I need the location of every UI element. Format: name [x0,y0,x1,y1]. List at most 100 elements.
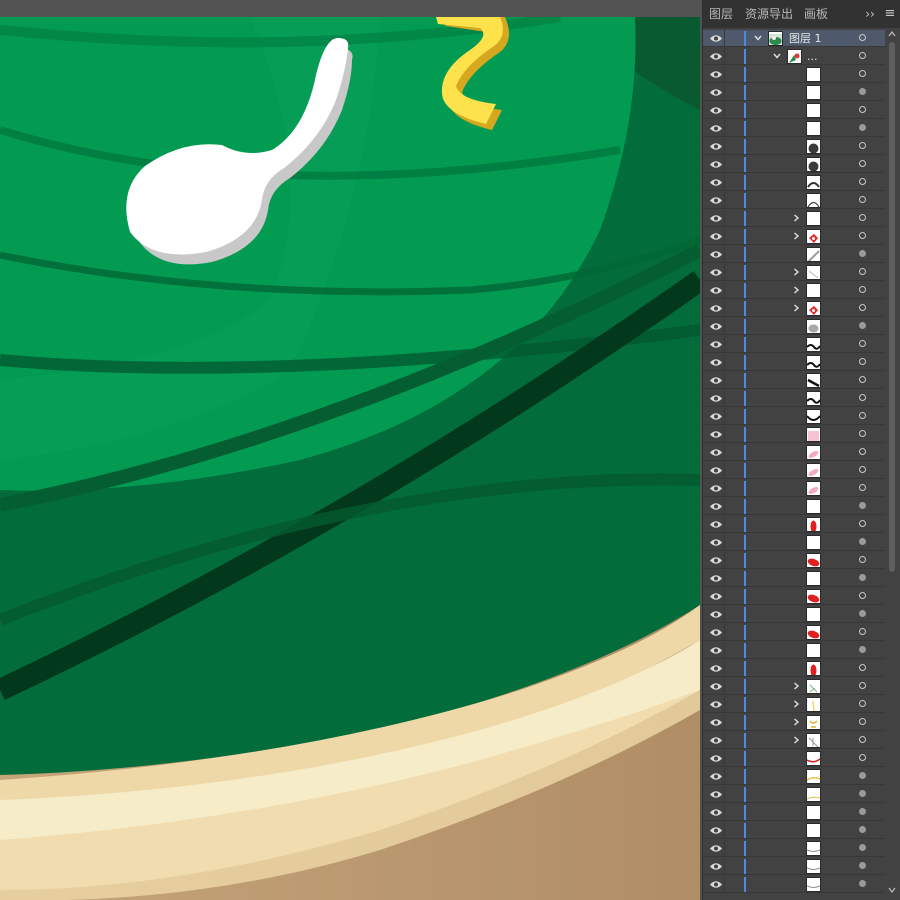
sublayer-row[interactable] [703,444,885,461]
target-circle-icon[interactable] [859,736,866,743]
panel-menu-button[interactable]: ≡ [883,0,897,28]
sublayer-row[interactable] [703,462,885,479]
lock-cell[interactable] [724,444,725,461]
target-circle-icon[interactable] [859,160,866,167]
sublayer-row[interactable] [703,858,885,875]
sublayer-row[interactable] [703,750,885,767]
sublayer-row[interactable] [703,174,885,191]
visibility-eye-icon[interactable] [710,106,722,115]
lock-cell[interactable] [724,804,725,821]
visibility-eye-icon[interactable] [710,592,722,601]
sublayer-row[interactable] [703,822,885,839]
lock-cell[interactable] [724,786,725,803]
sublayer-row[interactable] [703,426,885,443]
sublayer-row[interactable] [703,516,885,533]
sublayer-row[interactable] [703,372,885,389]
visibility-eye-icon[interactable] [710,142,722,151]
target-circle-icon[interactable] [859,142,866,149]
visibility-eye-icon[interactable] [710,466,722,475]
visibility-eye-icon[interactable] [710,412,722,421]
visibility-eye-icon[interactable] [710,790,722,799]
target-circle-icon[interactable] [859,718,866,725]
visibility-eye-icon[interactable] [710,628,722,637]
lock-cell[interactable] [724,642,725,659]
visibility-eye-icon[interactable] [710,538,722,547]
sublayer-row[interactable] [703,840,885,857]
tab-asset-export[interactable]: 资源导出 [741,0,797,28]
target-circle-icon[interactable] [859,340,866,347]
sublayer-row[interactable] [703,480,885,497]
target-circle-icon[interactable] [859,790,866,797]
target-circle-icon[interactable] [859,664,866,671]
chevron-right-icon[interactable] [792,682,800,690]
scroll-up-arrow-icon[interactable] [888,30,896,38]
sublayer-row[interactable] [703,606,885,623]
target-circle-icon[interactable] [859,430,866,437]
sublayer-row[interactable] [703,156,885,173]
target-circle-icon[interactable] [859,592,866,599]
lock-cell[interactable] [724,228,725,245]
target-circle-icon[interactable] [859,502,866,509]
lock-cell[interactable] [724,390,725,407]
target-circle-icon[interactable] [859,124,866,131]
lock-cell[interactable] [724,570,725,587]
chevron-right-icon[interactable] [792,304,800,312]
target-circle-icon[interactable] [859,376,866,383]
sublayer-row[interactable] [703,804,885,821]
visibility-eye-icon[interactable] [710,34,722,43]
target-circle-icon[interactable] [859,34,866,41]
visibility-eye-icon[interactable] [710,718,722,727]
sublayer-row[interactable] [703,534,885,551]
sublayer-row[interactable] [703,228,885,245]
target-circle-icon[interactable] [859,232,866,239]
target-circle-icon[interactable] [859,772,866,779]
sublayer-row[interactable] [703,318,885,335]
chevron-right-icon[interactable] [792,736,800,744]
target-circle-icon[interactable] [859,646,866,653]
visibility-eye-icon[interactable] [710,394,722,403]
lock-cell[interactable] [724,102,725,119]
target-circle-icon[interactable] [859,574,866,581]
lock-cell[interactable] [724,336,725,353]
target-circle-icon[interactable] [859,304,866,311]
visibility-eye-icon[interactable] [710,448,722,457]
lock-cell[interactable] [724,84,725,101]
lock-cell[interactable] [724,678,725,695]
lock-cell[interactable] [724,480,725,497]
target-circle-icon[interactable] [859,412,866,419]
visibility-eye-icon[interactable] [710,700,722,709]
sublayer-row[interactable] [703,264,885,281]
sublayer-row[interactable] [703,84,885,101]
visibility-eye-icon[interactable] [710,304,722,313]
lock-cell[interactable] [724,516,725,533]
visibility-eye-icon[interactable] [710,484,722,493]
sublayer-row[interactable] [703,588,885,605]
sublayer-row[interactable] [703,786,885,803]
visibility-eye-icon[interactable] [710,124,722,133]
visibility-eye-icon[interactable] [710,574,722,583]
sublayer-row[interactable] [703,120,885,137]
visibility-eye-icon[interactable] [710,322,722,331]
target-circle-icon[interactable] [859,610,866,617]
lock-cell[interactable] [724,174,725,191]
target-circle-icon[interactable] [859,214,866,221]
visibility-eye-icon[interactable] [710,520,722,529]
lock-cell[interactable] [724,66,725,83]
target-circle-icon[interactable] [859,70,866,77]
visibility-eye-icon[interactable] [710,646,722,655]
sublayer-row[interactable] [703,246,885,263]
visibility-eye-icon[interactable] [710,268,722,277]
layer-name[interactable]: 图层 1 [789,30,822,47]
target-circle-icon[interactable] [859,394,866,401]
sublayer-row[interactable] [703,336,885,353]
target-circle-icon[interactable] [859,826,866,833]
lock-cell[interactable] [724,624,725,641]
visibility-eye-icon[interactable] [710,610,722,619]
visibility-eye-icon[interactable] [710,754,722,763]
chevron-right-icon[interactable] [792,214,800,222]
lock-cell[interactable] [724,156,725,173]
target-circle-icon[interactable] [859,286,866,293]
lock-cell[interactable] [724,408,725,425]
lock-cell[interactable] [724,822,725,839]
lock-cell[interactable] [724,696,725,713]
